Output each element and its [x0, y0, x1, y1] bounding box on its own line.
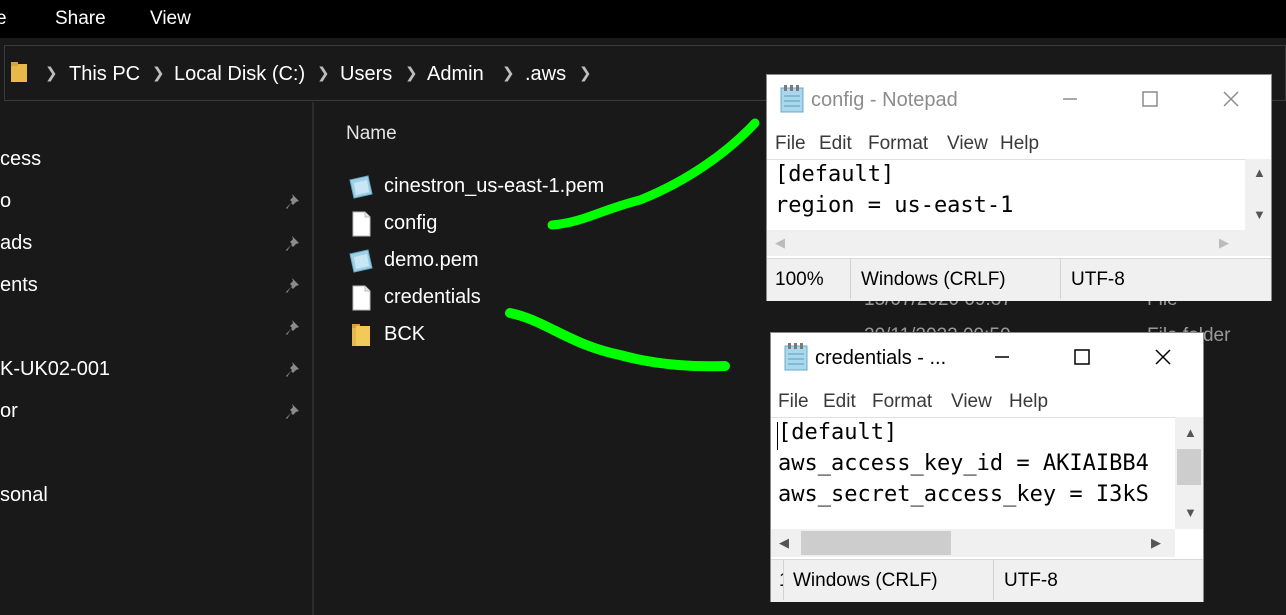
menu-help[interactable]: Help [1009, 391, 1048, 413]
maximize-icon[interactable] [1067, 345, 1097, 369]
maximize-icon[interactable] [1135, 87, 1165, 111]
editor-line: aws_secret_access_key = I3kS [778, 482, 1149, 507]
menu-bar: File Edit Format View Help [771, 387, 1203, 417]
scroll-thumb[interactable] [1177, 449, 1201, 485]
horizontal-scrollbar[interactable]: ◀ ▶ [771, 529, 1175, 557]
scroll-left-icon[interactable]: ◀ [779, 535, 789, 551]
horizontal-scrollbar[interactable]: ◀ ▶ [767, 230, 1271, 256]
notepad-icon [780, 85, 804, 113]
scroll-thumb[interactable] [801, 531, 951, 555]
line-ending: Windows (CRLF) [793, 570, 938, 591]
menu-format[interactable]: Format [868, 133, 928, 155]
scroll-up-icon[interactable]: ▲ [1253, 165, 1266, 180]
scroll-right-icon[interactable]: ▶ [1219, 235, 1229, 251]
editor-line: [default] [778, 420, 898, 445]
notepad-icon [784, 343, 808, 371]
vertical-scrollbar[interactable]: ▲ ▼ [1245, 159, 1271, 230]
scroll-down-icon[interactable]: ▼ [1184, 505, 1197, 520]
minimize-icon[interactable] [987, 345, 1017, 369]
title-bar[interactable]: config - Notepad [767, 75, 1271, 127]
scroll-left-icon[interactable]: ◀ [775, 235, 785, 251]
text-editor[interactable]: [default] aws_access_key_id = AKIAIBB4 a… [771, 417, 1175, 530]
editor-line: aws_access_key_id = AKIAIBB4 [778, 451, 1149, 476]
menu-view[interactable]: View [947, 133, 988, 155]
scroll-up-icon[interactable]: ▲ [1184, 425, 1197, 440]
vertical-scrollbar[interactable]: ▲ ▼ [1175, 417, 1203, 529]
notepad-window-credentials[interactable]: credentials - ... File Edit Format View … [770, 332, 1204, 602]
line-ending: Windows (CRLF) [861, 269, 1006, 290]
window-title: config - Notepad [811, 89, 958, 111]
menu-view[interactable]: View [951, 391, 992, 413]
window-title: credentials - ... [815, 347, 947, 369]
notepad-window-config[interactable]: config - Notepad File Edit Format View H… [766, 74, 1272, 301]
minimize-icon[interactable] [1055, 87, 1085, 111]
encoding: UTF-8 [1004, 570, 1058, 591]
zoom-level: 100% [775, 269, 824, 290]
menu-edit[interactable]: Edit [819, 133, 852, 155]
title-bar[interactable]: credentials - ... [771, 333, 1203, 385]
status-bar: 100% Windows (CRLF) UTF-8 [767, 258, 1271, 301]
close-icon[interactable] [1216, 87, 1246, 111]
editor-line: [default] [775, 162, 895, 187]
status-bar: 1 Windows (CRLF) UTF-8 [771, 559, 1203, 602]
encoding: UTF-8 [1071, 269, 1125, 290]
menu-file[interactable]: File [778, 391, 809, 413]
scroll-down-icon[interactable]: ▼ [1253, 207, 1266, 222]
menu-file[interactable]: File [775, 133, 806, 155]
menu-bar: File Edit Format View Help [767, 129, 1271, 159]
text-editor[interactable]: [default] region = us-east-1 [767, 159, 1245, 231]
menu-edit[interactable]: Edit [823, 391, 856, 413]
scroll-right-icon[interactable]: ▶ [1151, 535, 1161, 551]
menu-format[interactable]: Format [872, 391, 932, 413]
editor-line: region = us-east-1 [775, 193, 1014, 218]
menu-help[interactable]: Help [1000, 133, 1039, 155]
close-icon[interactable] [1148, 345, 1178, 369]
